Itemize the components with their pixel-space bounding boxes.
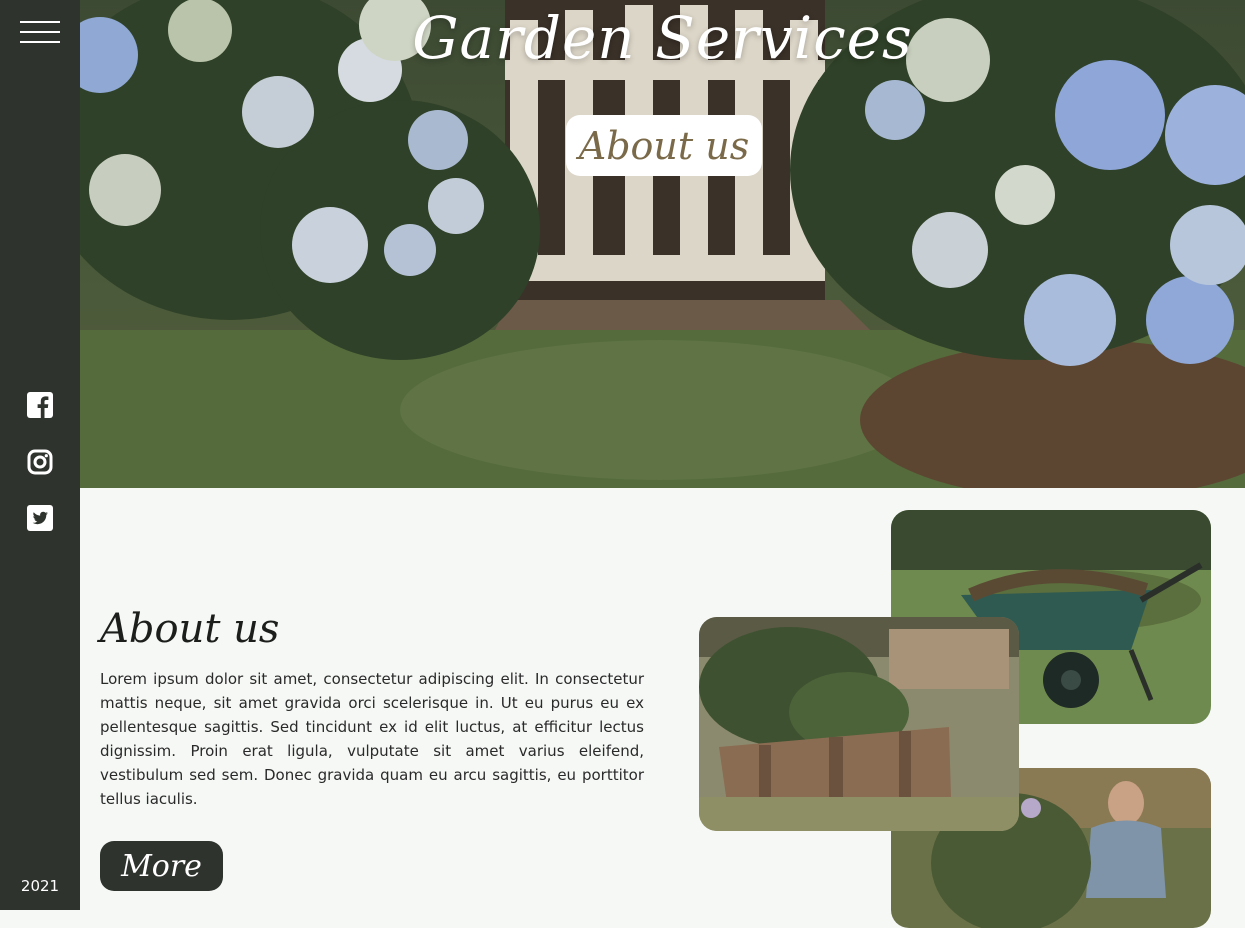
instagram-icon[interactable]	[27, 449, 53, 475]
raised-planter-photo	[699, 617, 1019, 831]
about-paragraph: Lorem ipsum dolor sit amet, consectetur …	[100, 670, 644, 808]
hamburger-icon[interactable]	[20, 20, 60, 44]
twitter-icon[interactable]	[27, 505, 53, 531]
facebook-icon[interactable]	[27, 392, 53, 418]
hero-garden-gate-image	[80, 0, 1245, 488]
sidebar: 2021	[0, 0, 80, 910]
hero-banner: Garden Services About us	[80, 0, 1245, 488]
copyright-year: 2021	[20, 877, 60, 895]
about-us-button[interactable]: About us	[566, 115, 762, 176]
hero-title: Garden Services	[412, 4, 913, 72]
more-button[interactable]: More	[100, 841, 223, 891]
about-heading: About us	[100, 606, 280, 652]
